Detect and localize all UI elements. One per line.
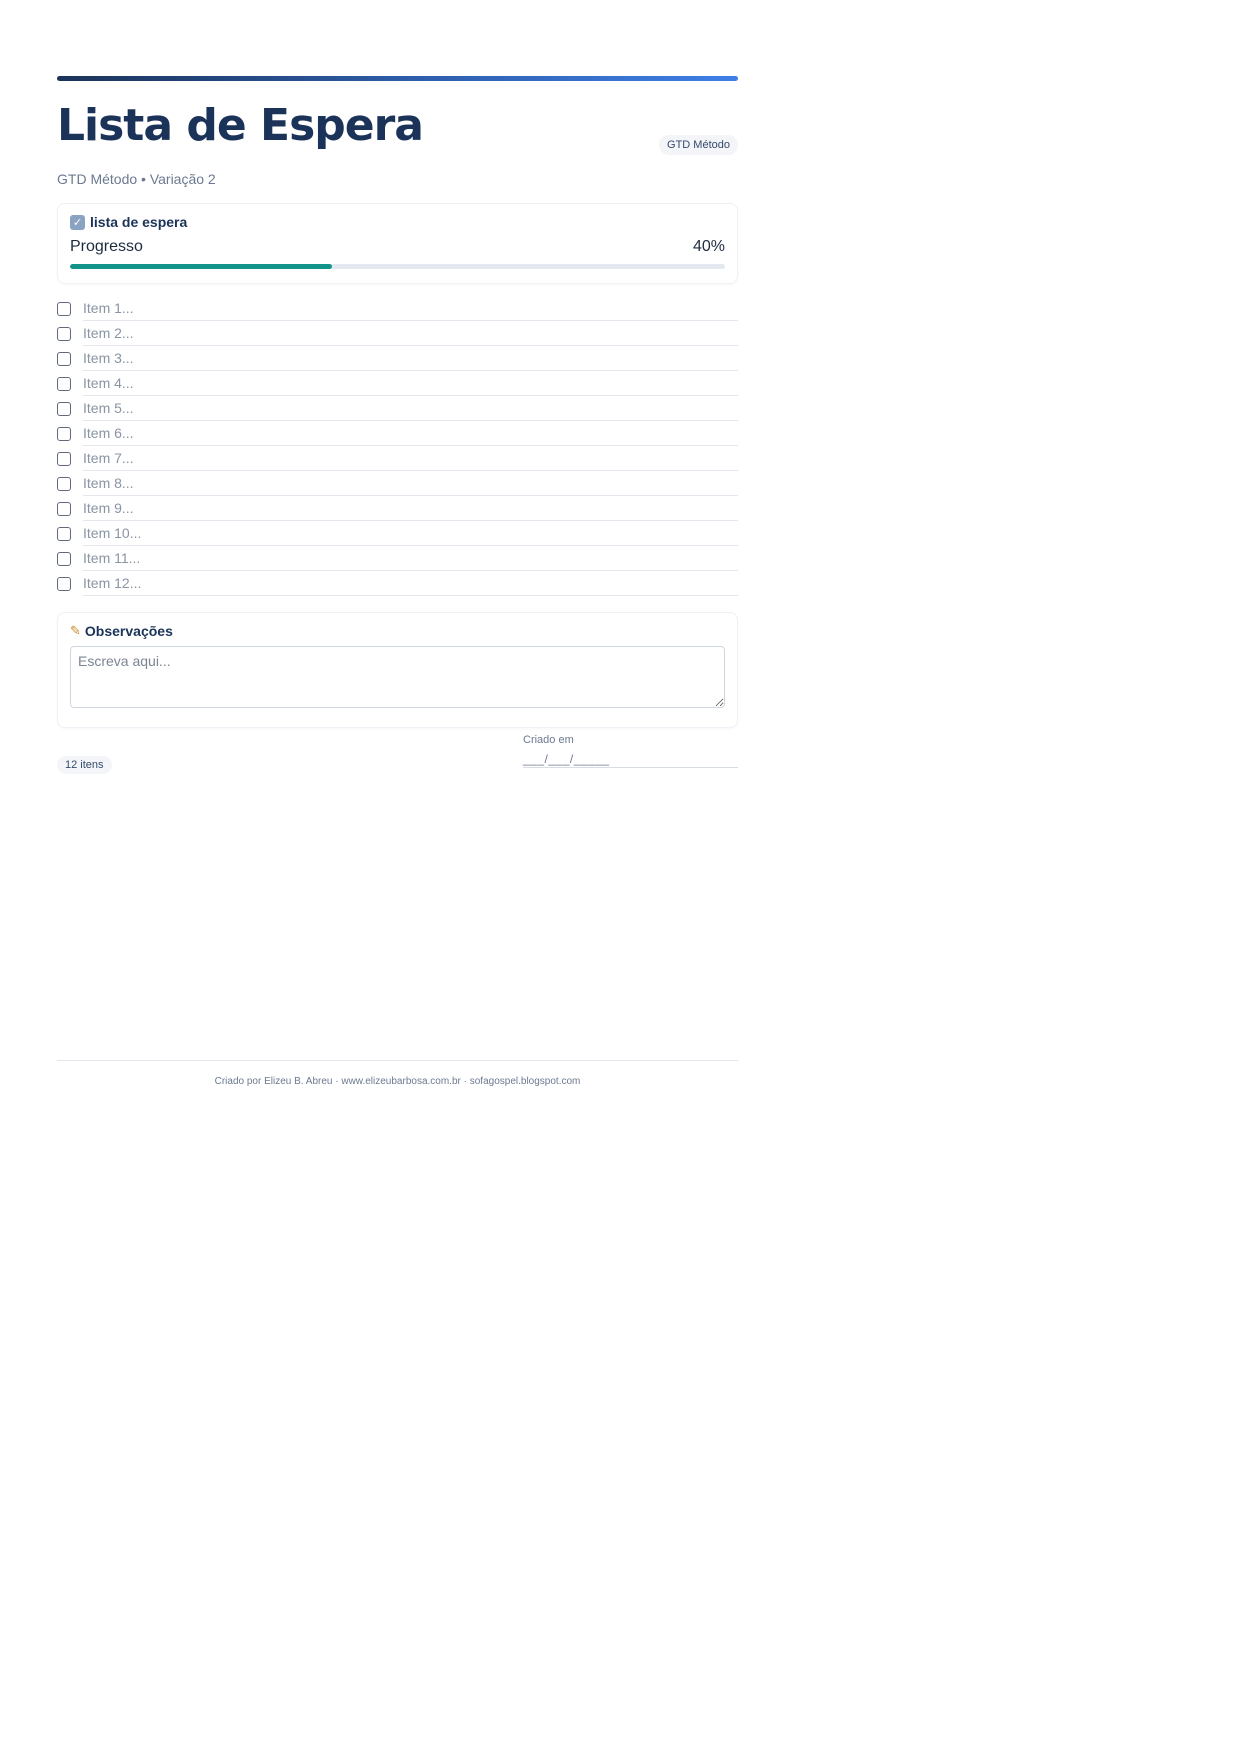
item-text-field[interactable]: Item 5... <box>83 396 738 421</box>
notes-title: ✎ Observações <box>70 622 725 640</box>
progress-card-title: ✓ lista de espera <box>70 213 725 231</box>
item-checkbox[interactable] <box>57 376 71 391</box>
page-subtitle: GTD Método • Variação 2 <box>57 171 216 187</box>
item-text-field[interactable]: Item 11... <box>83 546 738 571</box>
item-checkbox[interactable] <box>57 526 71 541</box>
page-footer: Criado por Elizeu B. Abreu · www.elizeub… <box>57 1060 738 1087</box>
progress-card: ✓ lista de espera Progresso 40% <box>57 203 738 284</box>
checklist-item: Item 2... <box>57 321 738 346</box>
checklist-item: Item 6... <box>57 421 738 446</box>
item-checkbox[interactable] <box>57 401 71 416</box>
item-checkbox[interactable] <box>57 576 71 591</box>
checkbox-emoji-icon: ✓ <box>70 214 85 230</box>
checklist-item: Item 3... <box>57 346 738 371</box>
checklist-item: Item 7... <box>57 446 738 471</box>
page-title: Lista de Espera <box>57 100 424 151</box>
item-text-field[interactable]: Item 4... <box>83 371 738 396</box>
item-text-field[interactable]: Item 12... <box>83 571 738 596</box>
item-text-field[interactable]: Item 2... <box>83 321 738 346</box>
progress-label: Progresso <box>70 238 143 255</box>
progress-row: Progresso 40% <box>70 236 725 258</box>
item-checkbox[interactable] <box>57 551 71 566</box>
checklist-item: Item 1... <box>57 296 738 321</box>
progress-track <box>70 264 725 269</box>
item-checkbox[interactable] <box>57 451 71 466</box>
method-badge: GTD Método <box>659 135 738 155</box>
item-text-field[interactable]: Item 9... <box>83 496 738 521</box>
created-label: Criado em <box>523 734 574 746</box>
progress-percent: 40% <box>692 238 725 255</box>
footer-credits: Criado por Elizeu B. Abreu · www.elizeub… <box>214 1076 581 1087</box>
created-field: Criado em ___/___/_____ <box>523 734 738 768</box>
checklist-item: Item 12... <box>57 571 738 596</box>
item-checkbox[interactable] <box>57 351 71 366</box>
progress-fill <box>70 264 332 269</box>
item-checkbox[interactable] <box>57 301 71 316</box>
checklist-item: Item 9... <box>57 496 738 521</box>
notes-card: ✎ Observações <box>57 612 738 728</box>
memo-emoji-icon: ✎ <box>70 623 81 638</box>
notes-title-text: Observações <box>84 623 173 639</box>
header: Lista de Espera GTD Método <box>57 99 738 169</box>
notes-textarea[interactable] <box>70 646 725 708</box>
item-count-badge: 12 itens <box>57 756 112 774</box>
item-checkbox[interactable] <box>57 426 71 441</box>
checklist-item: Item 8... <box>57 471 738 496</box>
checklist-item: Item 5... <box>57 396 738 421</box>
item-checkbox[interactable] <box>57 501 71 516</box>
checklist: Item 1... Item 2... Item 3... Item 4... Item… <box>57 296 738 596</box>
item-text-field[interactable]: Item 3... <box>83 346 738 371</box>
progress-card-title-text: lista de espera <box>90 214 188 230</box>
accent-bar <box>57 76 738 81</box>
item-text-field[interactable]: Item 1... <box>83 296 738 321</box>
checklist-item: Item 10... <box>57 521 738 546</box>
item-text-field[interactable]: Item 10... <box>83 521 738 546</box>
item-text-field[interactable]: Item 8... <box>83 471 738 496</box>
page: Lista de Espera GTD Método GTD Método • … <box>57 76 738 782</box>
item-checkbox[interactable] <box>57 476 71 491</box>
created-date-field[interactable]: ___/___/_____ <box>523 752 738 768</box>
item-text-field[interactable]: Item 7... <box>83 446 738 471</box>
item-checkbox[interactable] <box>57 326 71 341</box>
checklist-item: Item 4... <box>57 371 738 396</box>
meta-row: 12 itens Criado em ___/___/_____ <box>57 734 738 782</box>
checklist-item: Item 11... <box>57 546 738 571</box>
item-text-field[interactable]: Item 6... <box>83 421 738 446</box>
